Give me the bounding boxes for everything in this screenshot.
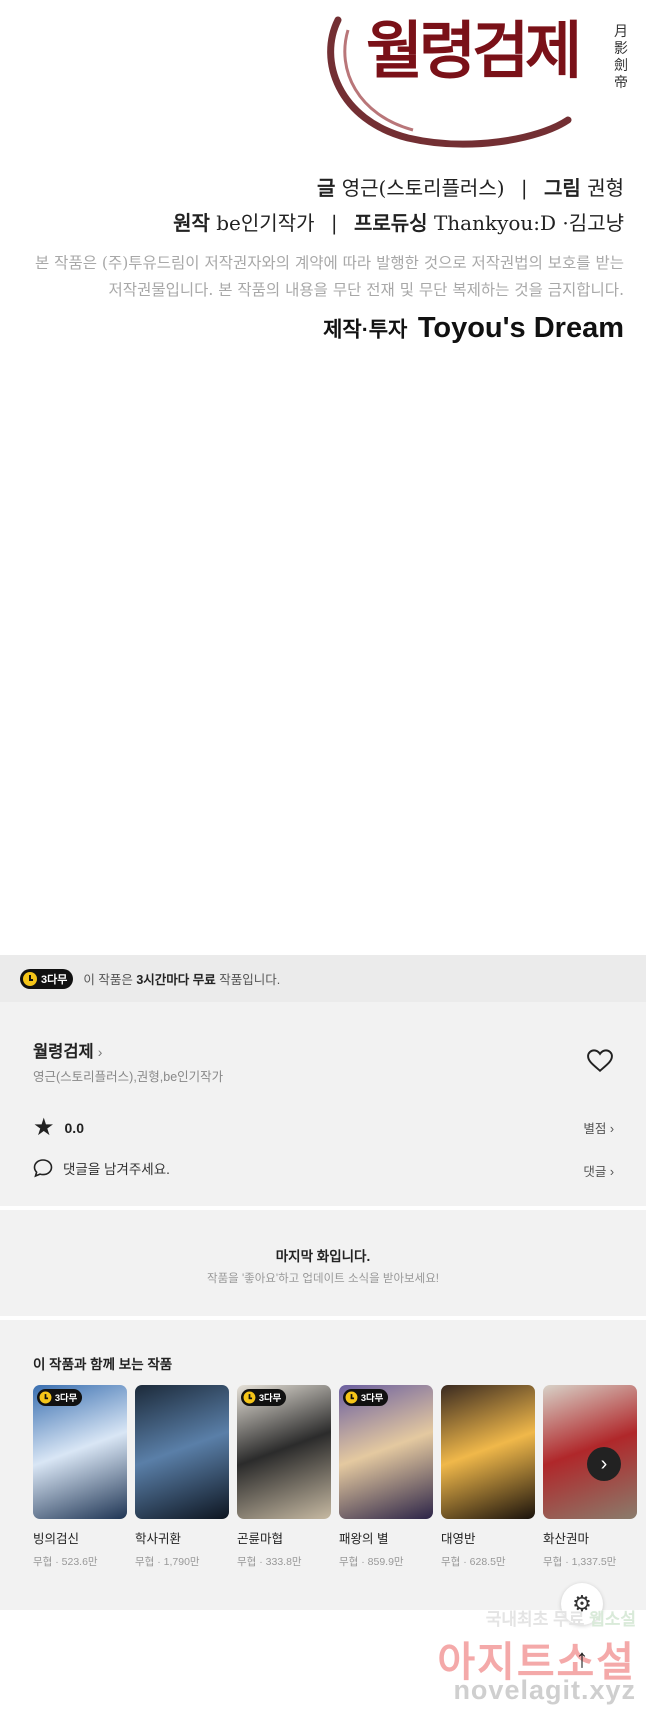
writer-name: 영근(스토리플러스) [341,176,505,200]
production-brand-logo: Toyou's Dream [417,312,624,344]
card-title: 대영반 [441,1532,476,1546]
card-title: 곤륜마협 [237,1532,284,1546]
credit-line-1: 글 영근(스토리플러스) | 그림 권형 [317,172,624,201]
clock-icon [39,1391,52,1404]
recommendation-carousel: 3다무 빙의검신 무협 · 523.6만 학사귀환 무협 · 1,790만 3다… [33,1385,637,1569]
card-title: 화산권마 [543,1532,590,1546]
watermark-tagline-a: 국내최초 무료 [485,1610,590,1629]
watermark-url: novelagit.xyz [453,1675,636,1705]
credit-line-2: 원작 be인기작가 | 프로듀싱 Thankyou:D ·김고냥 [173,207,624,236]
card-meta: 무협 · 628.5만 [441,1556,506,1568]
card-title: 패왕의 별 [339,1532,389,1546]
recommendation-card[interactable]: 3다무 곤륜마협 무협 · 333.8만 [237,1385,331,1569]
speech-bubble-icon [33,1159,53,1178]
three-hour-free-badge: 3다무 [343,1389,389,1406]
comments-button[interactable]: 댓글 › [583,1161,614,1180]
original-label: 원작 [173,213,210,235]
artist-label: 그림 [544,178,581,200]
series-title-link[interactable]: 월령검제 › [33,1038,102,1062]
card-meta: 무협 · 333.8만 [237,1556,302,1568]
free-notice-banner: 3다무 이 작품은 3시간마다 무료 작품입니다. [0,955,646,1002]
series-title: 월령검제 [33,1043,94,1061]
comic-end-panel: 월령검제 月影劍帝 글 영근(스토리플러스) | 그림 권형 원작 be인기작가… [0,0,646,955]
badge-label: 3다무 [54,1393,78,1404]
recommendation-card[interactable]: 대영반 무협 · 628.5만 [441,1385,535,1569]
series-authors: 영근(스토리플러스),권형,be인기작가 [33,1070,224,1084]
producer-name: Thankyou:D ·김고냥 [433,211,624,235]
badge-label: 3다무 [258,1393,282,1404]
rating-value: 0.0 [64,1120,84,1136]
three-hour-free-badge: 3다무 [241,1389,287,1406]
scroll-to-top-button[interactable]: ↑ [561,1637,603,1679]
cover-thumbnail [543,1385,637,1519]
last-episode-section: 마지막 화입니다. 작품을 '좋아요'하고 업데이트 소식을 받아보세요! [0,1210,646,1316]
watermark-tagline: 국내최초 무료 웹소설 [486,1605,636,1630]
free-text-suffix: 작품입니다. [215,973,281,987]
cover-art [543,1385,637,1519]
card-title: 학사귀환 [135,1532,182,1546]
cover-thumbnail [441,1385,535,1519]
three-hour-free-badge: 3다무 [37,1389,83,1406]
producer-label: 프로듀싱 [353,213,428,235]
cover-thumbnail: 3다무 [237,1385,331,1519]
writer-label: 글 [316,178,336,200]
recommendations-section: 이 작품과 함께 보는 작품 3다무 빙의검신 무협 · 523.6만 학사귀환… [0,1320,646,1610]
copyright-notice-line-2: 저작권물입니다. 본 작품의 내용을 무단 전재 및 무단 복제하는 것을 금지… [108,281,624,299]
chevron-right-icon: › [600,1452,608,1475]
heart-icon[interactable] [587,1049,613,1073]
arrow-up-icon: ↑ [575,1642,589,1673]
credit-separator: | [330,211,338,235]
card-meta: 무협 · 1,790만 [135,1556,200,1568]
cover-thumbnail [135,1385,229,1519]
free-text-prefix: 이 작품은 [83,973,137,987]
card-meta: 무협 · 1,337.5만 [543,1556,617,1568]
clock-icon [345,1391,358,1404]
carousel-next-button[interactable]: › [587,1447,621,1481]
clock-icon [243,1391,256,1404]
comment-placeholder: 댓글을 남겨주세요. [63,1162,170,1177]
cover-thumbnail: 3다무 [339,1385,433,1519]
last-episode-subtitle: 작품을 '좋아요'하고 업데이트 소식을 받아보세요! [207,1273,439,1285]
artist-name: 권형 [587,176,624,200]
recommendation-card[interactable]: 3다무 빙의검신 무협 · 523.6만 [33,1385,127,1569]
cover-art [441,1385,535,1519]
star-icon: ★ [33,1114,55,1141]
badge-label: 3다무 [41,973,68,986]
recommendations-heading: 이 작품과 함께 보는 작품 [33,1357,173,1372]
logo-hanja: 月影劍帝 [614,24,628,91]
series-logo: 월령검제 月影劍帝 [318,0,646,150]
card-meta: 무협 · 859.9만 [339,1556,404,1568]
last-episode-title: 마지막 화입니다. [275,1249,371,1264]
recommendation-card[interactable]: 3다무 패왕의 별 무협 · 859.9만 [339,1385,433,1569]
free-notice-text: 이 작품은 3시간마다 무료 작품입니다. [83,969,280,988]
clock-icon [23,971,37,986]
rating-row: ★ 0.0 [33,1116,84,1140]
recommendation-card[interactable]: 화산권마 무협 · 1,337.5만 [543,1385,637,1569]
production-label: 제작·투자 [323,318,408,342]
copyright-notice-line-1: 본 작품은 (주)투유드림이 저작권자와의 계약에 따라 발행한 것으로 저작권… [35,254,624,272]
cover-art [135,1385,229,1519]
series-info-section: 월령검제 › 영근(스토리플러스),권형,be인기작가 ★ 0.0 별점 › 댓글… [0,1002,646,1206]
production-credit: 제작·투자 Toyou's Dream [323,312,624,345]
credit-separator: | [520,176,528,200]
comment-input-row[interactable]: 댓글을 남겨주세요. [33,1158,170,1178]
logo-title: 월령검제 [366,14,582,87]
chevron-right-icon: › [97,1044,103,1060]
recommendation-card[interactable]: 학사귀환 무협 · 1,790만 [135,1385,229,1569]
free-text-highlight: 3시간마다 무료 [136,973,216,987]
badge-label: 3다무 [360,1393,384,1404]
original-name: be인기작가 [216,211,315,235]
card-meta: 무협 · 523.6만 [33,1556,98,1568]
rate-button[interactable]: 별점 › [583,1118,614,1137]
cover-thumbnail: 3다무 [33,1385,127,1519]
watermark-tagline-b: 웹소설 [589,1610,636,1629]
card-title: 빙의검신 [33,1532,80,1546]
three-hour-free-badge: 3다무 [20,968,74,989]
